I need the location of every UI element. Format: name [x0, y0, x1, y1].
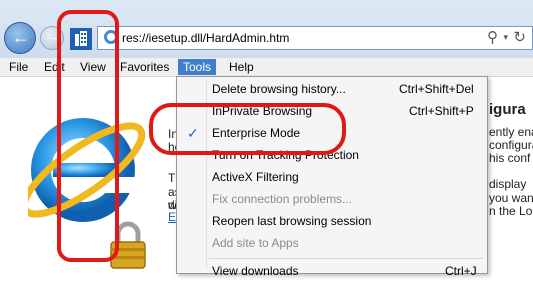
- menu-item-shortcut: Ctrl+Shift+P: [409, 104, 474, 118]
- menu-item-delete-browsing-history[interactable]: Delete browsing history... Ctrl+Shift+De…: [177, 79, 487, 101]
- menu-tools[interactable]: Tools: [178, 59, 217, 75]
- menu-file[interactable]: File: [9, 59, 28, 75]
- menu-help[interactable]: Help: [229, 59, 254, 75]
- content-text-fragment: configurat: [489, 138, 533, 152]
- menu-item-activex-filtering[interactable]: ActiveX Filtering: [177, 167, 487, 189]
- menu-item-label: View downloads: [212, 264, 299, 278]
- annotation-highlight-enterprise-mode: [149, 103, 346, 155]
- content-text-fragment: ently ena: [489, 125, 533, 139]
- menu-item-label: Add site to Apps: [212, 236, 299, 250]
- content-heading-fragment: igura: [489, 101, 526, 118]
- menu-separator: [209, 258, 483, 259]
- content-text-fragment: you wan: [489, 191, 533, 205]
- menu-item-label: Fix connection problems...: [212, 192, 353, 206]
- content-text-fragment: n the Lo: [489, 204, 533, 218]
- search-icon[interactable]: ⚲: [487, 28, 498, 46]
- menu-item-view-downloads[interactable]: View downloads Ctrl+J: [177, 261, 487, 283]
- menu-item-reopen-last-session[interactable]: Reopen last browsing session: [177, 211, 487, 233]
- back-button[interactable]: ←: [4, 22, 36, 54]
- annotation-highlight-toolbar-icon: [57, 10, 119, 262]
- menu-favorites[interactable]: Favorites: [120, 59, 169, 75]
- menu-item-shortcut: Ctrl+Shift+Del: [399, 82, 474, 96]
- refresh-icon[interactable]: ↻: [513, 28, 526, 46]
- address-bar[interactable]: res://iesetup.dll/HardAdmin.htm ⚲ ▾ ↻: [97, 26, 533, 50]
- content-text-fragment: his conf: [489, 151, 531, 165]
- menu-item-label: Delete browsing history...: [212, 82, 346, 96]
- content-text-fragment: display: [489, 177, 527, 191]
- menu-item-label: ActiveX Filtering: [212, 170, 299, 184]
- address-url[interactable]: res://iesetup.dll/HardAdmin.htm: [122, 31, 289, 45]
- menu-item-add-site-to-apps: Add site to Apps: [177, 233, 487, 255]
- back-arrow-icon: ←: [12, 27, 30, 47]
- menu-item-fix-connection-problems: Fix connection problems...: [177, 189, 487, 211]
- menu-item-shortcut: Ctrl+J: [445, 264, 477, 278]
- chevron-down-icon[interactable]: ▾: [503, 32, 508, 43]
- menu-item-label: Reopen last browsing session: [212, 214, 372, 228]
